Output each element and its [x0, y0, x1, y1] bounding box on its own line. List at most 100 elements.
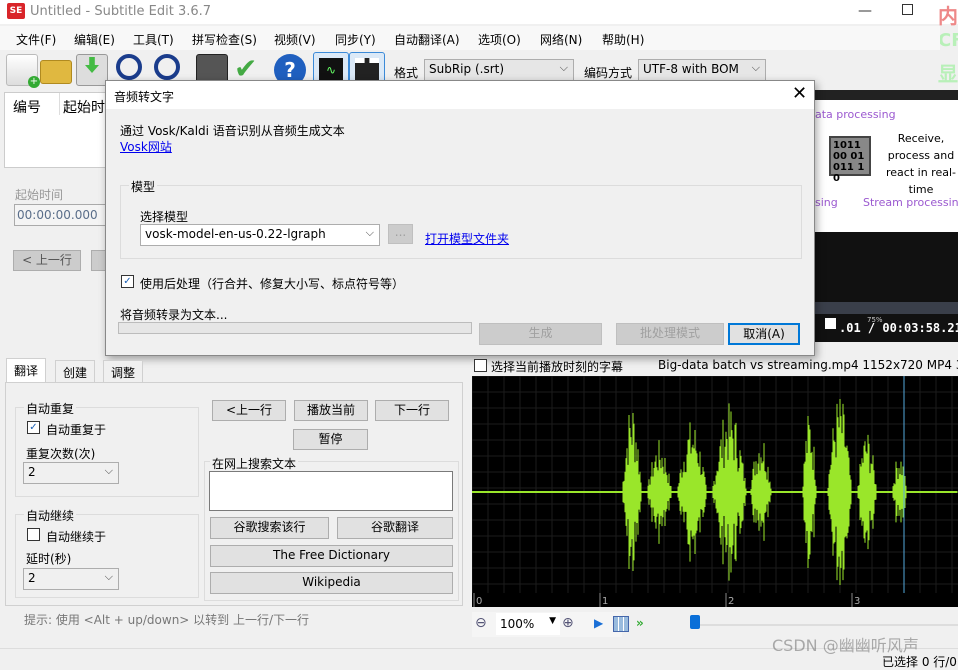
- delay-label: 延时(秒): [26, 552, 72, 566]
- menu-bar: 文件(F) 编辑(E) 工具(T) 拼写检查(S) 视频(V) 同步(Y) 自动…: [0, 26, 940, 50]
- dialog-title-bar: 音频转文字 ✕: [106, 81, 814, 109]
- google-translate-button[interactable]: 谷歌翻译: [337, 517, 453, 539]
- format-select[interactable]: SubRip (.srt) ⌵: [424, 59, 574, 81]
- subtitle-list[interactable]: 编号 起始时: [4, 92, 114, 168]
- minimize-button[interactable]: —: [858, 3, 872, 19]
- encoding-value: UTF-8 with BOM: [643, 62, 739, 76]
- chevron-down-icon: ⌵: [559, 61, 568, 74]
- replace-icon[interactable]: [154, 54, 180, 80]
- tab-translate[interactable]: 翻译: [6, 358, 47, 382]
- repeat-count-label: 重复次数(次): [26, 447, 96, 461]
- save-icon[interactable]: [76, 54, 108, 86]
- menu-options[interactable]: 选项(O): [478, 31, 521, 48]
- repeat-count-value: 2: [28, 465, 36, 479]
- status-text: 将音频转录为文本...: [120, 308, 228, 322]
- menu-sync[interactable]: 同步(Y): [335, 31, 376, 48]
- start-time-label: 起始时间: [15, 188, 64, 202]
- menu-network[interactable]: 网络(N): [540, 31, 582, 48]
- menu-spellcheck[interactable]: 拼写检查(S): [192, 31, 257, 48]
- chevron-down-icon: ⌵: [104, 464, 113, 477]
- tab-create[interactable]: 创建: [55, 360, 96, 382]
- cancel-button[interactable]: 取消(A): [728, 323, 800, 345]
- chevron-down-icon: ⌵: [365, 226, 374, 239]
- progress-bar: [118, 322, 472, 334]
- menu-edit[interactable]: 编辑(E): [74, 31, 115, 48]
- column-number[interactable]: 编号: [13, 97, 41, 117]
- format-label: 格式: [394, 66, 419, 80]
- app-logo: SE: [7, 3, 25, 19]
- generate-button[interactable]: 生成: [479, 323, 602, 345]
- open-model-folder-link[interactable]: 打开模型文件夹: [425, 230, 509, 247]
- auto-continue-group-label: 自动继续: [24, 507, 77, 524]
- model-group: 模型 选择模型 vosk-model-en-us-0.22-lgraph ⌵ ..…: [120, 178, 802, 259]
- ruler-label: 2: [728, 596, 734, 607]
- prev-line-button[interactable]: < 上一行: [13, 250, 81, 271]
- hint-text: 提示: 使用 <Alt + up/down> 以转到 上一行/下一行: [24, 613, 310, 627]
- forward-icon[interactable]: »: [636, 616, 644, 630]
- zoom-out-icon[interactable]: ⊖: [475, 615, 487, 631]
- slider-thumb[interactable]: [690, 615, 700, 629]
- auto-repeat-checkbox[interactable]: ✓: [27, 421, 40, 434]
- play-current-button[interactable]: 播放当前: [294, 400, 368, 421]
- model-select[interactable]: vosk-model-en-us-0.22-lgraph ⌵: [140, 224, 380, 246]
- video-player[interactable]: 75% .01 / 00:03:58.213: [815, 232, 958, 342]
- side-text: CF: [938, 30, 958, 51]
- seek-bar[interactable]: [815, 302, 958, 314]
- web-search-group: 在网上搜索文本 谷歌搜索该行 谷歌翻译 The Free Dictionary …: [204, 455, 459, 601]
- pause-button[interactable]: 暂停: [293, 429, 368, 450]
- binary-wrench-icon: 101100 01011 10: [829, 136, 871, 184]
- auto-continue-checkbox[interactable]: [27, 528, 40, 541]
- zoom-in-icon[interactable]: ⊕: [562, 615, 574, 631]
- delay-select[interactable]: 2 ⌵: [23, 568, 119, 590]
- new-icon[interactable]: +: [6, 54, 40, 88]
- menu-tools[interactable]: 工具(T): [133, 31, 174, 48]
- model-group-label: 模型: [129, 178, 158, 195]
- maximize-button[interactable]: [902, 4, 913, 15]
- auto-repeat-group: 自动重复 ✓ 自动重复于 重复次数(次) 2 ⌵: [15, 400, 199, 497]
- waveform[interactable]: 0 1 2 3: [472, 376, 958, 607]
- zoom-select[interactable]: 100% ▼: [496, 613, 560, 635]
- ruler-label: 1: [602, 596, 608, 607]
- column-start[interactable]: 起始时: [63, 97, 105, 117]
- tab-adjust[interactable]: 调整: [103, 360, 144, 382]
- delay-value: 2: [28, 571, 36, 585]
- find-icon[interactable]: [116, 54, 142, 80]
- next-line-button[interactable]: 下一行: [375, 400, 449, 421]
- select-current-checkbox[interactable]: [474, 359, 487, 372]
- grid-icon[interactable]: [613, 616, 629, 632]
- play-icon[interactable]: ▶: [594, 616, 603, 630]
- auto-continue-group: 自动继续 自动继续于 延时(秒) 2 ⌵: [15, 507, 199, 598]
- browse-model-button[interactable]: ...: [388, 224, 413, 244]
- menu-video[interactable]: 视频(V): [274, 31, 316, 48]
- repeat-count-select[interactable]: 2 ⌵: [23, 462, 119, 484]
- vosk-website-link[interactable]: Vosk网站: [120, 138, 172, 155]
- encoding-select[interactable]: UTF-8 with BOM ⌵: [638, 59, 766, 81]
- menu-auto-translate[interactable]: 自动翻译(A): [394, 31, 460, 48]
- video-caption: ata processing: [815, 108, 896, 121]
- search-text-input[interactable]: [209, 471, 453, 511]
- menu-file[interactable]: 文件(F): [16, 31, 56, 48]
- watermark: CSDN @幽幽听风声: [772, 636, 919, 655]
- model-value: vosk-model-en-us-0.22-lgraph: [145, 227, 326, 241]
- free-dictionary-button[interactable]: The Free Dictionary: [210, 545, 453, 567]
- open-folder-icon[interactable]: [40, 60, 72, 84]
- prev-line-button[interactable]: <上一行: [212, 400, 286, 421]
- wikipedia-button[interactable]: Wikipedia: [210, 572, 453, 594]
- time-ruler: [472, 593, 958, 607]
- menu-help[interactable]: 帮助(H): [602, 31, 644, 48]
- position-slider[interactable]: [690, 624, 958, 626]
- waveform-controls: ⊖ 100% ▼ ⊕ ▶ »: [472, 612, 644, 637]
- ruler-label: 3: [854, 596, 860, 607]
- side-text: 内: [938, 4, 958, 28]
- zoom-value: 100%: [500, 617, 535, 631]
- select-model-label: 选择模型: [140, 210, 189, 224]
- postprocess-checkbox[interactable]: ✓: [121, 275, 134, 288]
- caret-down-icon: ▼: [549, 616, 556, 626]
- select-current-label: 选择当前播放时刻的字幕: [491, 360, 624, 374]
- fullscreen-icon[interactable]: [825, 318, 836, 329]
- start-time-input[interactable]: 00:00:00.000: [14, 204, 106, 226]
- google-search-button[interactable]: 谷歌搜索该行: [210, 517, 329, 539]
- close-icon[interactable]: ✕: [792, 83, 807, 104]
- web-search-label: 在网上搜索文本: [210, 455, 299, 472]
- batch-mode-button[interactable]: 批处理模式: [616, 323, 724, 345]
